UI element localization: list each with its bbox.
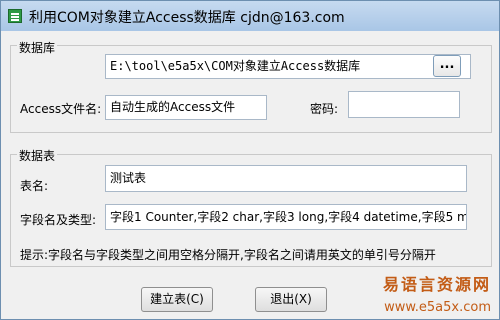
- database-path-field[interactable]: E:\tool\e5a5x\COM对象建立Access数据库: [105, 54, 471, 79]
- table-name-label: 表名:: [20, 179, 49, 193]
- access-file-label: Access文件名:: [20, 102, 102, 116]
- exit-button[interactable]: 退出(X): [255, 287, 327, 312]
- app-icon: [8, 9, 22, 23]
- watermark-url: www.e5a5x.com: [384, 300, 491, 315]
- fields-label: 字段名及类型:: [20, 213, 97, 227]
- watermark-text: 易语言资源网: [382, 275, 491, 294]
- password-label: 密码:: [310, 102, 339, 116]
- title-bar[interactable]: 利用COM对象建立Access数据库 cjdn@163.com: [1, 1, 499, 31]
- database-group-title: 数据库: [17, 39, 58, 56]
- access-file-field[interactable]: 自动生成的Access文件: [105, 95, 267, 120]
- fields-field[interactable]: 字段1 Counter,字段2 char,字段3 long,字段4 dateti…: [105, 204, 467, 230]
- create-table-button[interactable]: 建立表(C): [141, 287, 213, 312]
- browse-button[interactable]: ...: [433, 55, 461, 77]
- main-window: 利用COM对象建立Access数据库 cjdn@163.com 数据库 E:\t…: [0, 0, 500, 320]
- hint-text: 提示:字段名与字段类型之间用空格分隔开,字段名之间请用英文的单引号分隔开: [20, 248, 436, 262]
- password-field[interactable]: [348, 91, 460, 118]
- window-title: 利用COM对象建立Access数据库 cjdn@163.com: [29, 10, 345, 26]
- table-name-field[interactable]: 测试表: [105, 165, 467, 192]
- table-group-title: 数据表: [17, 147, 58, 164]
